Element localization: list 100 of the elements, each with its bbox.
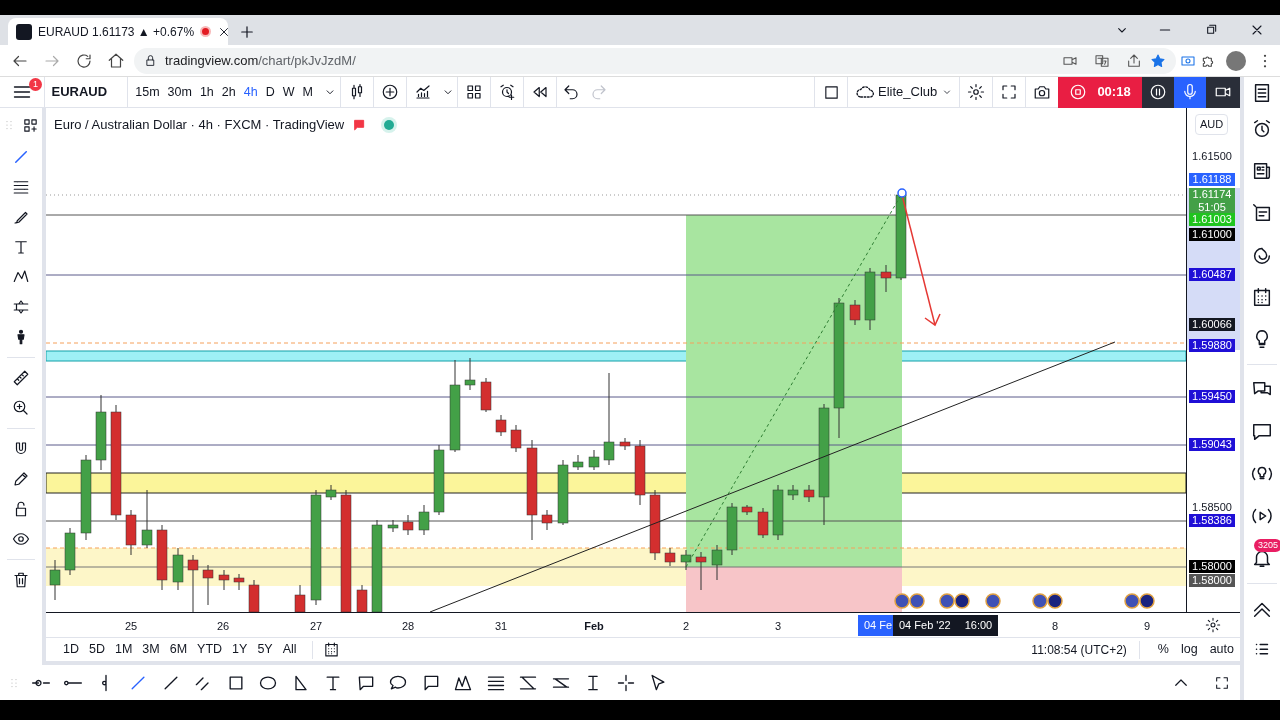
candle xyxy=(156,524,168,591)
settings-icon[interactable] xyxy=(967,83,985,101)
interval-tab[interactable]: 15m xyxy=(131,82,164,102)
candle xyxy=(695,551,707,591)
range-button[interactable]: 5Y xyxy=(252,640,278,659)
price-tick: 1.58500 xyxy=(1191,501,1233,514)
range-button[interactable]: YTD xyxy=(192,640,228,659)
candle xyxy=(172,547,184,591)
layout-grid-icon[interactable] xyxy=(465,83,484,101)
ruler-icon[interactable] xyxy=(12,369,30,387)
go-to-date-icon[interactable] xyxy=(322,641,340,658)
candle xyxy=(726,502,738,556)
pencil-lock-icon[interactable] xyxy=(12,470,30,488)
interval-tab[interactable]: M xyxy=(298,82,317,102)
trash-icon[interactable] xyxy=(12,571,30,589)
url-text: tradingview.com/chart/pkJvJzdM/ xyxy=(165,51,357,70)
date-label: Feb xyxy=(584,619,604,634)
interval-tab[interactable]: W xyxy=(278,82,299,102)
translate-icon[interactable] xyxy=(1094,52,1110,69)
camera-button[interactable] xyxy=(1206,76,1240,108)
object-tree-icon[interactable] xyxy=(21,116,39,134)
lines-icon[interactable] xyxy=(12,178,30,196)
range-button[interactable]: All xyxy=(277,640,302,659)
alarm-plus-icon[interactable] xyxy=(498,83,517,101)
range-button[interactable]: 6M xyxy=(164,640,193,659)
candle xyxy=(634,439,646,506)
scale-option[interactable]: auto xyxy=(1203,640,1240,659)
date-label: 3 xyxy=(774,619,782,634)
price-label: 1.58386 xyxy=(1189,514,1235,527)
candle xyxy=(680,549,692,571)
home-icon[interactable] xyxy=(107,51,125,70)
flag-icon xyxy=(1047,593,1063,609)
interval-tab[interactable]: 1h xyxy=(195,82,218,102)
flag-icon xyxy=(985,593,1001,609)
settings-icon[interactable] xyxy=(1205,617,1221,633)
fullscreen-icon[interactable] xyxy=(1214,674,1230,691)
scale-option[interactable]: log xyxy=(1174,640,1204,659)
news-icon[interactable] xyxy=(1251,160,1273,182)
interval-tab[interactable]: 30m xyxy=(163,82,196,102)
date-label: 25 xyxy=(124,619,138,634)
candle xyxy=(649,489,661,561)
date-label: 31 xyxy=(494,619,508,634)
measure-icon[interactable] xyxy=(12,298,30,316)
alarm-icon[interactable] xyxy=(1251,118,1273,140)
add-icon[interactable] xyxy=(381,83,400,101)
alerts-badge: 3205 xyxy=(1253,539,1280,552)
scale-option[interactable]: % xyxy=(1151,640,1175,659)
zoom-in-icon[interactable] xyxy=(12,399,30,417)
flag-icon xyxy=(954,593,970,609)
candle xyxy=(757,507,769,539)
layout-button[interactable]: Elite_Club xyxy=(848,76,959,108)
interval-tab[interactable]: 2h xyxy=(217,82,240,102)
pause-icon[interactable] xyxy=(1149,83,1167,101)
address-bar[interactable]: tradingview.com/chart/pkJvJzdM/ xyxy=(134,47,1176,74)
interval-tab[interactable]: 4h xyxy=(239,82,262,102)
chat-icon[interactable] xyxy=(1251,421,1273,443)
ideas-list-icon[interactable] xyxy=(1251,202,1273,224)
eye-icon[interactable] xyxy=(12,530,30,548)
symbol-search[interactable]: EURAUD xyxy=(45,82,127,102)
stop-icon[interactable] xyxy=(1069,83,1088,101)
candle xyxy=(541,509,553,531)
interval-tab[interactable]: D xyxy=(261,82,279,102)
range-button[interactable]: 1M xyxy=(109,640,138,659)
star-icon[interactable] xyxy=(1150,52,1166,69)
candle xyxy=(218,569,230,591)
record-button[interactable]: 00:18 xyxy=(1058,76,1142,108)
anchor-handle xyxy=(897,188,907,198)
candle xyxy=(387,519,399,533)
date-tooltip: 04 Feb '22 16:00 xyxy=(893,615,999,636)
calendar-icon[interactable] xyxy=(1251,286,1273,308)
price-label: 1.59450 xyxy=(1189,390,1235,403)
share-icon[interactable] xyxy=(1126,52,1142,69)
range-button[interactable]: 1D xyxy=(58,640,84,659)
range-button[interactable]: 5D xyxy=(84,640,110,659)
price-label: 1.61188 xyxy=(1189,173,1235,186)
candle xyxy=(480,377,492,413)
candle xyxy=(248,579,260,612)
camera-icon[interactable] xyxy=(1033,83,1051,101)
microphone-icon[interactable] xyxy=(1181,83,1199,101)
currency-dropdown[interactable]: AUD xyxy=(1195,114,1229,135)
flag-icon xyxy=(894,593,910,609)
microphone-button[interactable] xyxy=(1174,76,1206,108)
pause-button[interactable] xyxy=(1142,76,1174,108)
flag-icon xyxy=(1139,593,1155,609)
undo-icon[interactable] xyxy=(562,83,581,101)
text-icon[interactable] xyxy=(12,238,30,256)
candle xyxy=(664,547,676,567)
date-label: 27 xyxy=(309,619,323,634)
candle xyxy=(325,484,337,501)
range-button[interactable]: 3M xyxy=(137,640,165,659)
avatar-icon[interactable] xyxy=(1226,50,1246,71)
crosshair-icon[interactable] xyxy=(615,672,636,693)
trend-line-icon[interactable] xyxy=(12,148,30,166)
favicon-icon xyxy=(16,23,32,40)
candle xyxy=(880,264,892,293)
range-button[interactable]: 1Y xyxy=(227,640,253,659)
reload-icon[interactable] xyxy=(75,51,93,70)
candle xyxy=(141,489,153,549)
candle xyxy=(294,584,306,612)
square-icon[interactable] xyxy=(822,83,840,101)
